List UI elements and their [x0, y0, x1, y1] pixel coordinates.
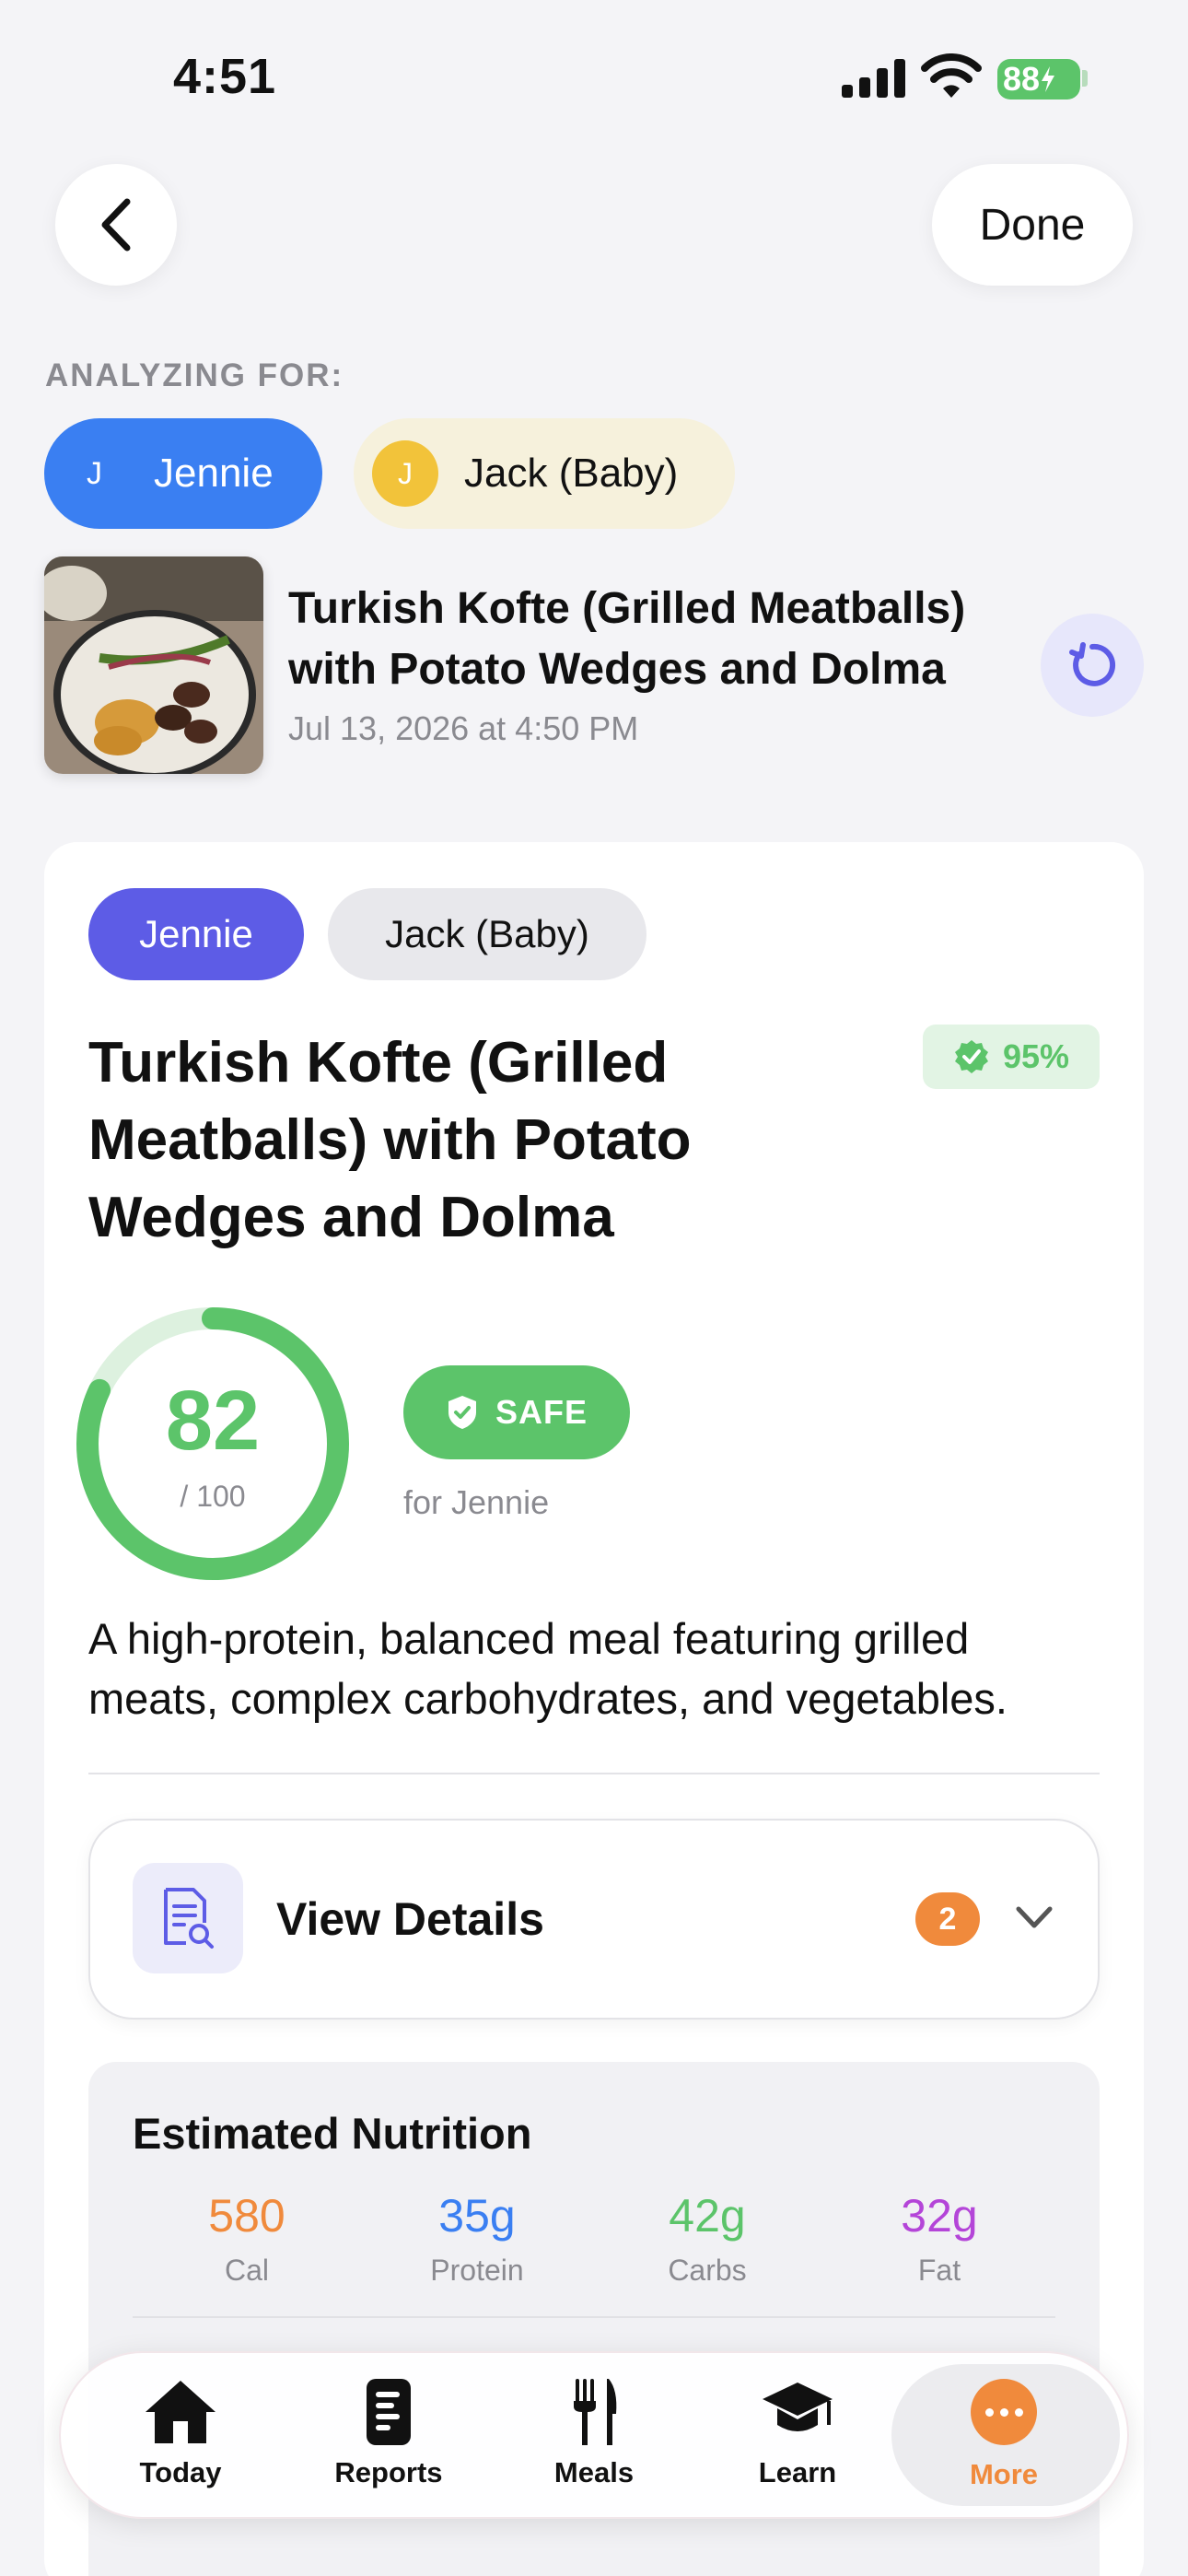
status-time: 4:51: [173, 49, 277, 104]
tab-learn[interactable]: Learn: [705, 2377, 890, 2497]
meal-header-title: Turkish Kofte (Grilled Meatballs) with P…: [288, 584, 966, 694]
nutrition-fat: 32g Fat: [847, 2189, 1031, 2288]
chevron-left-icon: [101, 198, 131, 252]
person-chip-jennie[interactable]: J Jennie: [44, 418, 322, 529]
avatar: J: [372, 440, 438, 507]
nutrition-value: 42g: [669, 2190, 746, 2242]
safety-badge: SAFE: [403, 1365, 630, 1459]
person-chip-jack[interactable]: J Jack (Baby): [354, 418, 735, 529]
nutrition-value: 35g: [438, 2190, 516, 2242]
tab-jack-baby[interactable]: Jack (Baby): [328, 888, 646, 980]
home-icon: [146, 2381, 215, 2443]
reanalyze-button[interactable]: [1041, 614, 1144, 717]
confidence-badge: 95%: [923, 1025, 1100, 1089]
tab-today[interactable]: Today: [88, 2377, 273, 2497]
fork-knife-icon: [574, 2379, 617, 2445]
nutrition-label: Fat: [917, 2254, 961, 2287]
back-button[interactable]: [55, 164, 177, 286]
nutrition-value: 32g: [901, 2190, 978, 2242]
tab-meals[interactable]: Meals: [502, 2377, 686, 2497]
shield-check-icon: [448, 1396, 476, 1429]
details-icon-box: [133, 1863, 243, 1973]
safety-label: SAFE: [495, 1393, 588, 1431]
meal-title: Turkish Kofte (Grilled Meatballs) with P…: [88, 1031, 692, 1249]
view-details-label: View Details: [276, 1893, 544, 1945]
tab-label: Meals: [553, 2456, 635, 2488]
wifi-icon: [921, 53, 982, 98]
nutrition-label: Cal: [224, 2254, 269, 2287]
battery-cap: [1082, 70, 1088, 87]
confidence-value: 95%: [1002, 1037, 1070, 1075]
divider: [88, 1773, 1100, 1774]
done-button[interactable]: Done: [932, 164, 1133, 286]
analyzing-for-label: ANALYZING FOR:: [45, 357, 344, 393]
safety-subject: for Jennie: [403, 1483, 550, 1521]
battery-indicator: 88: [997, 59, 1080, 100]
tab-label: Learn: [758, 2456, 837, 2488]
person-name: Jack (Baby): [464, 451, 679, 496]
tab-label: More: [969, 2458, 1039, 2490]
score-value: 82: [165, 1374, 261, 1468]
score-max: / 100: [180, 1480, 246, 1513]
meal-summary: A high-protein, balanced meal featuring …: [88, 1614, 1007, 1723]
nutrition-divider: [133, 2316, 1055, 2318]
avatar-initial: J: [87, 455, 102, 491]
meal-photo[interactable]: [44, 556, 263, 774]
refresh-icon: [1069, 642, 1116, 686]
tab-reports[interactable]: Reports: [297, 2377, 481, 2497]
person-name: Jennie: [154, 451, 274, 496]
tab-jennie[interactable]: Jennie: [88, 888, 304, 980]
nutrition-label: Protein: [430, 2254, 524, 2287]
chevron-down-icon: [1016, 1906, 1053, 1928]
verified-badge-icon: [954, 1040, 988, 1073]
details-count-badge: 2: [915, 1892, 980, 1946]
graduation-cap-icon: [763, 2383, 833, 2431]
cellular-signal-icon: [842, 59, 905, 98]
tab-label: Reports: [334, 2456, 443, 2488]
charging-bolt-icon: [1042, 66, 1055, 92]
meal-header-date: Jul 13, 2026 at 4:50 PM: [288, 709, 639, 747]
nutrition-title: Estimated Nutrition: [133, 2109, 532, 2158]
battery-level: 88: [1003, 60, 1041, 98]
tab-label: Today: [139, 2456, 222, 2488]
nutrition-value: 580: [208, 2190, 285, 2242]
document-icon: [367, 2379, 411, 2445]
more-icon: [971, 2379, 1037, 2445]
nutrition-protein: 35g Protein: [385, 2189, 569, 2288]
nutrition-calories: 580 Cal: [155, 2189, 339, 2288]
nutrition-carbs: 42g Carbs: [615, 2189, 799, 2288]
nutrition-label: Carbs: [668, 2254, 747, 2287]
document-search-icon: [164, 1888, 214, 1949]
tab-more[interactable]: More: [912, 2377, 1096, 2497]
